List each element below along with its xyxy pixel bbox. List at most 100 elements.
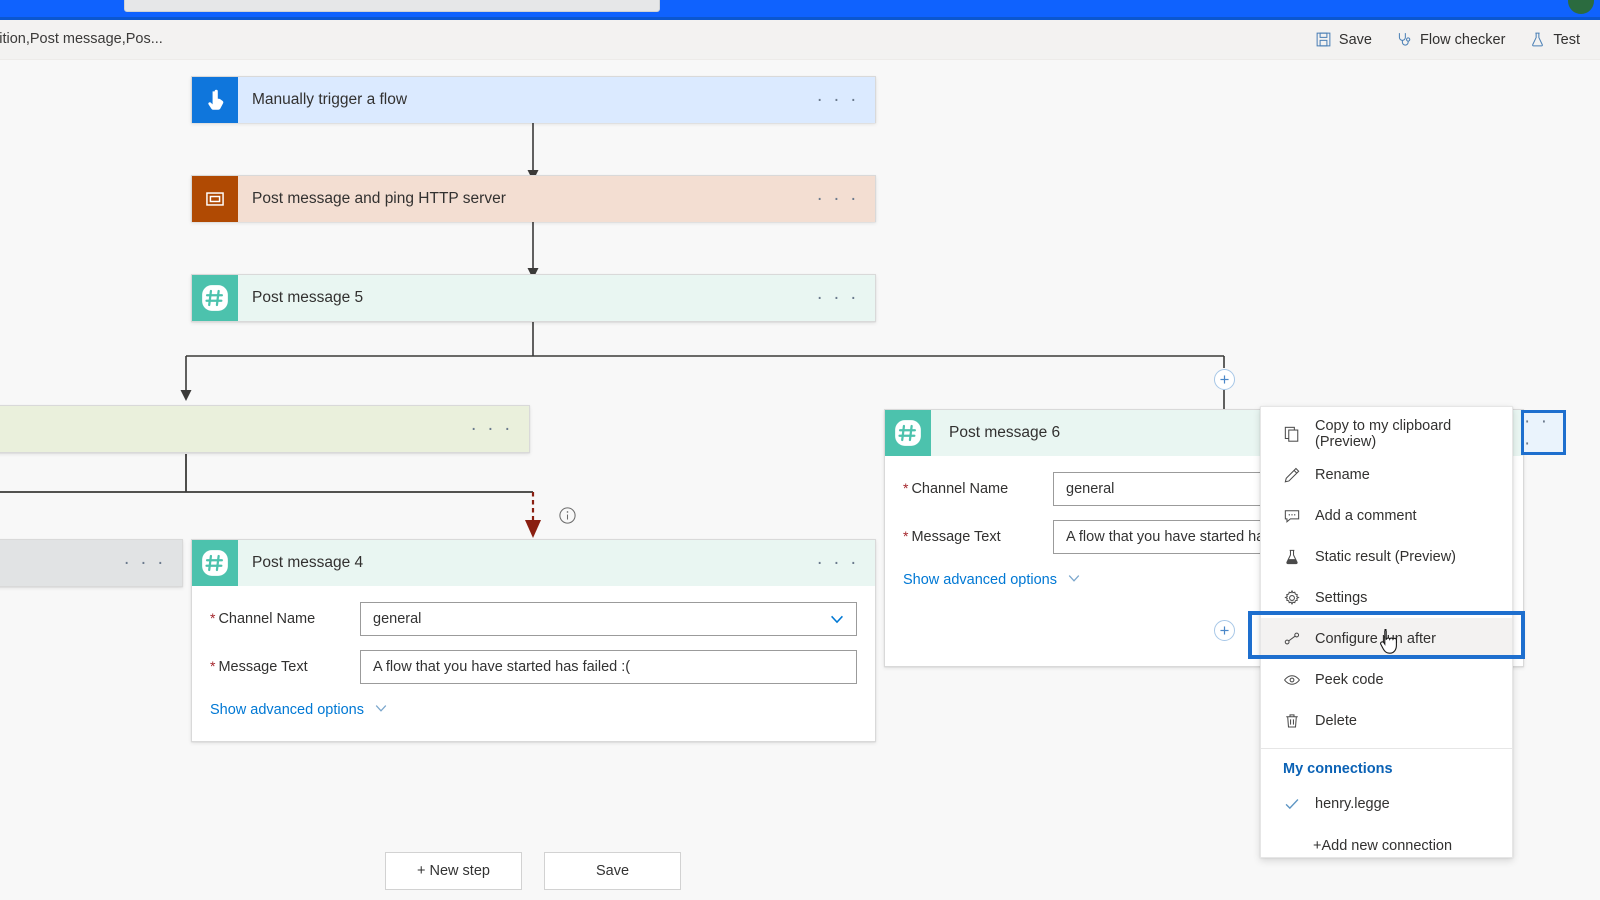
stethoscope-icon <box>1396 31 1413 48</box>
card-title: Post message and ping HTTP server <box>252 190 506 207</box>
required-asterisk: * <box>210 610 216 626</box>
teams-icon <box>192 275 238 321</box>
breadcrumb: lition,Post message,Pos... <box>0 31 163 47</box>
message-text-input[interactable]: A flow that you have started has failed … <box>360 650 857 684</box>
card-title: Post message 5 <box>252 289 364 306</box>
channel-name-input[interactable]: general <box>360 602 857 636</box>
add-connection-label: +Add new connection <box>1313 837 1453 854</box>
field-label-text: Message Text <box>218 659 308 675</box>
flask-icon <box>1529 31 1546 48</box>
avatar[interactable] <box>1568 0 1594 14</box>
flow-card-post-message-4[interactable]: Post message 4 · · · * Channel Name gene… <box>191 539 876 742</box>
card-menu-button[interactable]: · · · <box>470 420 513 439</box>
menu-item-label: Configure run after <box>1315 630 1436 647</box>
menu-item-static-result[interactable]: Static result (Preview) <box>1261 536 1512 577</box>
show-advanced-options-label: Show advanced options <box>210 702 364 718</box>
required-asterisk: * <box>210 658 216 674</box>
card-menu-button[interactable]: · · · <box>816 91 859 110</box>
menu-item-copy-to-clipboard[interactable]: Copy to my clipboard (Preview) <box>1261 413 1512 454</box>
menu-item-label: Add a comment <box>1315 507 1417 524</box>
field-row-channel-name: * Channel Name general <box>210 602 857 636</box>
menu-item-connection-henry-legge[interactable]: henry.legge <box>1261 783 1512 825</box>
menu-item-label: Peek code <box>1315 671 1384 688</box>
menu-item-label: Static result (Preview) <box>1315 548 1457 565</box>
card-header: Manually trigger a flow · · · <box>192 77 875 123</box>
field-label-text: Channel Name <box>911 481 1009 497</box>
card-menu-button[interactable]: · · · <box>816 554 859 573</box>
card-title: Post message 4 <box>252 554 364 571</box>
flow-checker-button[interactable]: Flow checker <box>1394 29 1507 50</box>
message-text-value: A flow that you have started has failed … <box>373 659 631 675</box>
menu-item-settings[interactable]: Settings <box>1261 577 1512 618</box>
app-root: lition,Post message,Pos... Save Flow che… <box>0 0 1600 900</box>
menu-divider <box>1261 748 1512 749</box>
card-menu-button[interactable]: · · · <box>816 289 859 308</box>
field-label-message-text: * Message Text <box>210 659 360 675</box>
flow-card-gray[interactable]: · · · <box>0 539 183 587</box>
menu-item-add-comment[interactable]: Add a comment <box>1261 495 1512 536</box>
channel-name-value: general <box>373 611 422 627</box>
teams-icon <box>885 410 931 456</box>
field-label-text: Channel Name <box>218 611 316 627</box>
run-after-icon <box>1283 630 1301 648</box>
chevron-down-icon <box>373 700 389 720</box>
menu-item-label: Delete <box>1315 712 1357 729</box>
gear-icon <box>1283 589 1301 607</box>
test-button-label: Test <box>1553 31 1580 48</box>
card-menu-button[interactable]: · · · <box>123 554 166 573</box>
field-label-message-text: * Message Text <box>903 529 1053 545</box>
field-label-channel-name: * Channel Name <box>903 481 1053 497</box>
flow-checker-label: Flow checker <box>1419 31 1506 48</box>
info-icon[interactable] <box>558 506 577 525</box>
card-header: · · · <box>0 540 182 586</box>
card-body: * Channel Name general * Message Text A … <box>192 586 875 738</box>
show-advanced-options-label: Show advanced options <box>903 572 1057 588</box>
teams-icon <box>192 540 238 586</box>
menu-item-peek-code[interactable]: Peek code <box>1261 659 1512 700</box>
flow-card-http-scope[interactable]: Post message and ping HTTP server · · · <box>191 175 876 222</box>
trash-icon <box>1283 712 1301 730</box>
menu-item-label: Rename <box>1315 466 1370 483</box>
card-header: · · · <box>0 406 529 452</box>
field-label-channel-name: * Channel Name <box>210 611 360 627</box>
comment-icon <box>1283 507 1301 525</box>
copy-icon <box>1283 425 1301 443</box>
chevron-down-icon[interactable] <box>828 610 846 628</box>
browser-top-bar <box>0 0 1600 17</box>
card-title: Manually trigger a flow <box>252 91 408 108</box>
show-advanced-options-link[interactable]: Show advanced options <box>210 700 389 720</box>
flow-card-condition[interactable]: · · · <box>0 405 530 453</box>
save-button-label: Save <box>1338 31 1372 48</box>
save-button[interactable]: Save <box>1313 29 1374 50</box>
card-menu-button[interactable]: · · · <box>816 190 859 209</box>
show-advanced-options-link[interactable]: Show advanced options <box>903 570 1082 590</box>
menu-item-label: Copy to my clipboard (Preview) <box>1315 417 1452 450</box>
card-header: Post message 5 · · · <box>192 275 875 321</box>
add-step-plus-button[interactable] <box>1214 369 1235 390</box>
new-step-button[interactable]: + New step <box>385 852 522 890</box>
card-title: Post message 6 <box>949 424 1061 441</box>
required-asterisk: * <box>903 480 909 496</box>
message-text-value: A flow that you have started has <box>1066 529 1272 545</box>
browser-address-bar[interactable] <box>124 0 660 12</box>
required-asterisk: * <box>903 528 909 544</box>
context-menu: Copy to my clipboard (Preview) Rename Ad… <box>1260 406 1513 858</box>
menu-item-add-new-connection[interactable]: +Add new connection <box>1261 825 1512 866</box>
card-header: Post message 4 · · · <box>192 540 875 586</box>
http-icon <box>192 176 238 222</box>
save-flow-button[interactable]: Save <box>544 852 681 890</box>
flow-card-trigger[interactable]: Manually trigger a flow · · · <box>191 76 876 123</box>
add-step-plus-button[interactable] <box>1214 620 1235 641</box>
chevron-down-icon <box>1066 570 1082 590</box>
test-button[interactable]: Test <box>1527 29 1582 50</box>
bottom-actions: + New step Save <box>385 852 681 890</box>
flow-card-post-message-5[interactable]: Post message 5 · · · <box>191 274 876 322</box>
card-menu-button-highlighted[interactable]: · · · <box>1521 410 1566 455</box>
card-header: Post message and ping HTTP server · · · <box>192 176 875 222</box>
connection-label: henry.legge <box>1315 796 1390 812</box>
menu-item-configure-run-after[interactable]: Configure run after <box>1261 618 1512 659</box>
menu-item-rename[interactable]: Rename <box>1261 454 1512 495</box>
menu-item-delete[interactable]: Delete <box>1261 700 1512 741</box>
check-icon <box>1283 795 1301 813</box>
save-icon <box>1315 31 1332 48</box>
